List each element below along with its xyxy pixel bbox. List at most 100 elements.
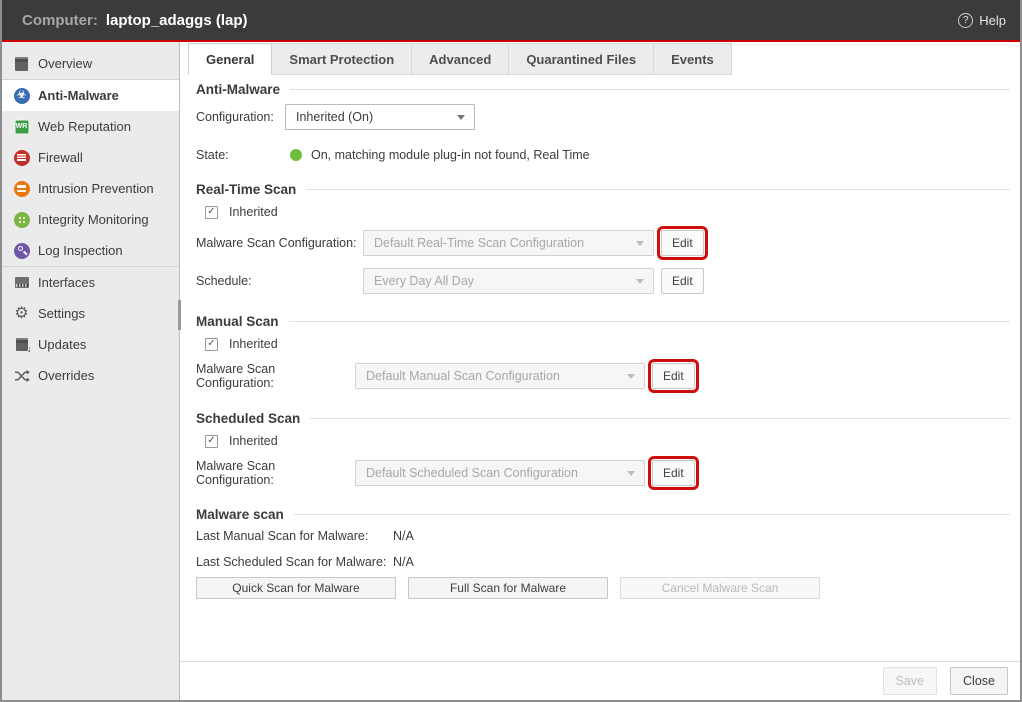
tab-general[interactable]: General	[188, 43, 272, 75]
section-title: Anti-Malware	[196, 82, 280, 97]
anti-malware-section-heading: Anti-Malware	[196, 82, 1010, 97]
log-inspection-icon	[13, 242, 30, 259]
schedule-edit-button[interactable]: Edit	[661, 268, 704, 294]
sidebar-item-label: Web Reputation	[38, 119, 131, 134]
computer-details-window: Computer: laptop_adaggs (lap) ? Help Ove…	[0, 0, 1022, 702]
sidebar-item-log-inspection[interactable]: Log Inspection	[2, 235, 179, 266]
tab-advanced[interactable]: Advanced	[412, 43, 509, 75]
sidebar-item-label: Settings	[38, 306, 85, 321]
manual-scan-config-edit-button[interactable]: Edit	[652, 363, 695, 389]
inherited-checkbox[interactable]: ✓	[205, 338, 218, 351]
intrusion-prevention-icon	[13, 180, 30, 197]
last-manual-scan-row: Last Manual Scan for Malware: N/A	[196, 529, 1010, 543]
sidebar-item-label: Anti-Malware	[38, 88, 119, 103]
chevron-down-icon	[457, 115, 465, 120]
last-scheduled-scan-row: Last Scheduled Scan for Malware: N/A	[196, 555, 1010, 569]
real-time-scan-config-edit-button[interactable]: Edit	[661, 230, 704, 256]
interfaces-icon	[13, 274, 30, 291]
sidebar-item-updates[interactable]: ↓ Updates	[2, 329, 179, 360]
sidebar-item-label: Overview	[38, 56, 92, 71]
real-time-scan-section-heading: Real-Time Scan	[196, 182, 1010, 197]
scheduled-scan-section-heading: Scheduled Scan	[196, 411, 1010, 426]
real-time-malware-scan-config-select[interactable]: Default Real-Time Scan Configuration	[363, 230, 654, 256]
section-rule	[290, 89, 1010, 90]
section-title: Real-Time Scan	[196, 182, 296, 197]
section-rule	[310, 418, 1010, 419]
manual-malware-scan-config-select[interactable]: Default Manual Scan Configuration	[355, 363, 645, 389]
main-panel: General Smart Protection Advanced Quaran…	[180, 42, 1020, 700]
inherited-label: Inherited	[229, 337, 278, 351]
inherited-checkbox[interactable]: ✓	[205, 206, 218, 219]
sidebar-item-integrity-monitoring[interactable]: Integrity Monitoring	[2, 204, 179, 235]
scheduled-inherited-row: ✓ Inherited	[196, 434, 1010, 448]
firewall-icon	[13, 149, 30, 166]
real-time-inherited-row: ✓ Inherited	[196, 205, 1010, 219]
malware-scan-config-label: Malware Scan Configuration:	[196, 459, 355, 487]
sidebar-item-interfaces[interactable]: Interfaces	[2, 267, 179, 298]
tab-events[interactable]: Events	[654, 43, 732, 75]
malware-scan-section-heading: Malware scan	[196, 507, 1010, 522]
schedule-select[interactable]: Every Day All Day	[363, 268, 654, 294]
configuration-label: Configuration:	[196, 110, 285, 124]
scan-buttons-row: Quick Scan for Malware Full Scan for Mal…	[196, 577, 1010, 599]
state-on-indicator	[290, 149, 302, 161]
sidebar-item-label: Overrides	[38, 368, 94, 383]
tab-quarantined-files[interactable]: Quarantined Files	[509, 43, 654, 75]
footer-bar: Save Close	[180, 661, 1020, 700]
scheduled-malware-scan-config-select[interactable]: Default Scheduled Scan Configuration	[355, 460, 645, 486]
save-button[interactable]: Save	[883, 667, 938, 695]
sidebar-item-anti-malware[interactable]: ☣ Anti-Malware	[2, 80, 179, 111]
schedule-row: Schedule: Every Day All Day Edit	[196, 268, 1010, 294]
help-icon: ?	[958, 13, 973, 28]
real-time-malware-scan-config-row: Malware Scan Configuration: Default Real…	[196, 230, 1010, 256]
help-button[interactable]: ? Help	[958, 13, 1006, 28]
state-label: State:	[196, 148, 285, 162]
sidebar-item-label: Intrusion Prevention	[38, 181, 154, 196]
manual-scan-section-heading: Manual Scan	[196, 314, 1010, 329]
sidebar-item-firewall[interactable]: Firewall	[2, 142, 179, 173]
manual-malware-scan-config-row: Malware Scan Configuration: Default Manu…	[196, 362, 1010, 390]
schedule-label: Schedule:	[196, 274, 363, 288]
last-scheduled-scan-label: Last Scheduled Scan for Malware:	[196, 555, 393, 569]
section-title: Manual Scan	[196, 314, 279, 329]
updates-icon: ↓	[13, 336, 30, 353]
malware-scan-config-label: Malware Scan Configuration:	[196, 362, 355, 390]
tab-smart-protection[interactable]: Smart Protection	[272, 43, 412, 75]
sidebar-item-settings[interactable]: ⚙ Settings	[2, 298, 179, 329]
cancel-malware-scan-button[interactable]: Cancel Malware Scan	[620, 577, 820, 599]
title-bar: Computer: laptop_adaggs (lap) ? Help	[2, 0, 1020, 40]
computer-name: laptop_adaggs (lap)	[106, 12, 248, 29]
inherited-checkbox[interactable]: ✓	[205, 435, 218, 448]
scheduled-malware-scan-config-row: Malware Scan Configuration: Default Sche…	[196, 459, 1010, 487]
sidebar-item-label: Log Inspection	[38, 243, 123, 258]
inherited-label: Inherited	[229, 434, 278, 448]
malware-scan-config-label: Malware Scan Configuration:	[196, 236, 363, 250]
sidebar-resize-handle[interactable]	[178, 300, 181, 330]
chevron-down-icon	[636, 279, 644, 284]
inherited-label: Inherited	[229, 205, 278, 219]
sidebar-item-overrides[interactable]: Overrides	[2, 360, 179, 391]
configuration-select[interactable]: Inherited (On)	[285, 104, 475, 130]
integrity-monitoring-icon	[13, 211, 30, 228]
web-reputation-icon: WR	[13, 118, 30, 135]
chevron-down-icon	[627, 471, 635, 476]
configuration-row: Configuration: Inherited (On)	[196, 104, 1010, 130]
sidebar-item-label: Updates	[38, 337, 86, 352]
help-label: Help	[979, 13, 1006, 28]
scheduled-scan-config-edit-button[interactable]: Edit	[652, 460, 695, 486]
settings-gear-icon: ⚙	[13, 305, 30, 322]
last-scheduled-scan-value: N/A	[393, 555, 414, 569]
sidebar: Overview ☣ Anti-Malware WR Web Reputatio…	[2, 42, 180, 700]
sidebar-item-label: Interfaces	[38, 275, 95, 290]
sidebar-item-overview[interactable]: Overview	[2, 48, 179, 79]
sidebar-item-label: Integrity Monitoring	[38, 212, 149, 227]
tab-bar: General Smart Protection Advanced Quaran…	[180, 42, 1020, 75]
sidebar-item-intrusion-prevention[interactable]: Intrusion Prevention	[2, 173, 179, 204]
quick-scan-button[interactable]: Quick Scan for Malware	[196, 577, 396, 599]
full-scan-button[interactable]: Full Scan for Malware	[408, 577, 608, 599]
last-manual-scan-label: Last Manual Scan for Malware:	[196, 529, 393, 543]
last-manual-scan-value: N/A	[393, 529, 414, 543]
sidebar-item-web-reputation[interactable]: WR Web Reputation	[2, 111, 179, 142]
state-row: State: On, matching module plug-in not f…	[196, 148, 1010, 162]
close-button[interactable]: Close	[950, 667, 1008, 695]
